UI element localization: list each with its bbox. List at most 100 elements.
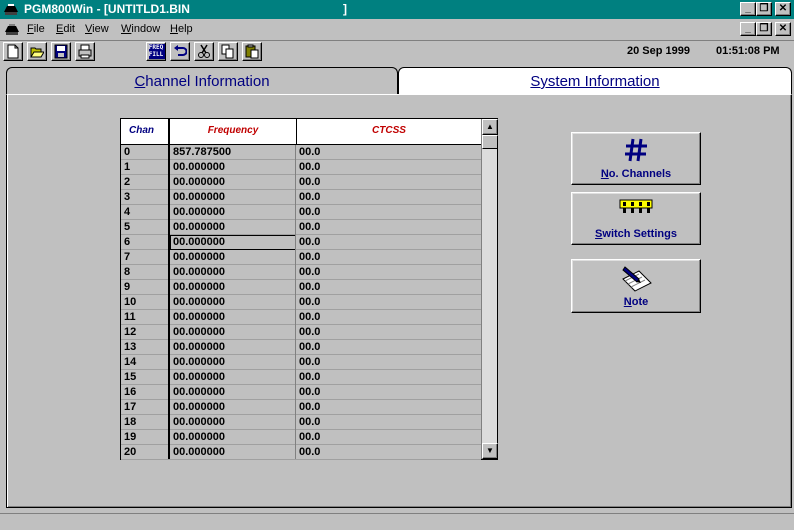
cell-chan[interactable]: 20 [124, 445, 168, 460]
open-button[interactable] [27, 42, 47, 61]
table-row[interactable]: 12 00.000000 00.0 [121, 325, 481, 340]
cell-ctcss[interactable]: 00.0 [299, 175, 479, 190]
cell-ctcss[interactable]: 00.0 [299, 430, 479, 445]
cell-ctcss[interactable]: 00.0 [299, 340, 479, 355]
table-row[interactable]: 19 00.000000 00.0 [121, 430, 481, 445]
table-row[interactable]: 6 00.000000 00.0 [121, 235, 481, 250]
cell-ctcss[interactable]: 00.0 [299, 160, 479, 175]
cell-chan[interactable]: 15 [124, 370, 168, 385]
cell-chan[interactable]: 10 [124, 295, 168, 310]
paste-button[interactable] [242, 42, 262, 61]
doc-minimize-button[interactable]: _ [740, 22, 756, 36]
tab-system-information[interactable]: System Information [398, 67, 792, 95]
print-button[interactable] [75, 42, 95, 61]
cell-frequency[interactable]: 00.000000 [173, 205, 295, 220]
scroll-up-button[interactable]: ▲ [482, 119, 498, 135]
close-button[interactable]: ✕ [775, 2, 791, 16]
table-row[interactable]: 4 00.000000 00.0 [121, 205, 481, 220]
cell-frequency[interactable]: 00.000000 [173, 175, 295, 190]
table-row[interactable]: 11 00.000000 00.0 [121, 310, 481, 325]
cell-ctcss[interactable]: 00.0 [299, 220, 479, 235]
table-row[interactable]: 7 00.000000 00.0 [121, 250, 481, 265]
cell-ctcss[interactable]: 00.0 [299, 325, 479, 340]
cell-ctcss[interactable]: 00.0 [299, 205, 479, 220]
cell-chan[interactable]: 7 [124, 250, 168, 265]
note-button[interactable]: Note [571, 259, 701, 313]
restore-button[interactable]: ❐ [756, 2, 772, 16]
cut-button[interactable] [194, 42, 214, 61]
cell-chan[interactable]: 8 [124, 265, 168, 280]
cell-ctcss[interactable]: 00.0 [299, 400, 479, 415]
cell-frequency[interactable]: 00.000000 [173, 445, 295, 460]
cell-chan[interactable]: 16 [124, 385, 168, 400]
table-row[interactable]: 20 00.000000 00.0 [121, 445, 481, 460]
cell-ctcss[interactable]: 00.0 [299, 370, 479, 385]
save-button[interactable] [51, 42, 71, 61]
menu-view[interactable]: View [85, 23, 109, 35]
scroll-down-button[interactable]: ▼ [482, 443, 498, 459]
cell-chan[interactable]: 5 [124, 220, 168, 235]
table-row[interactable]: 18 00.000000 00.0 [121, 415, 481, 430]
cell-chan[interactable]: 9 [124, 280, 168, 295]
table-row[interactable]: 13 00.000000 00.0 [121, 340, 481, 355]
cell-chan[interactable]: 19 [124, 430, 168, 445]
cell-frequency[interactable]: 00.000000 [173, 220, 295, 235]
cell-chan[interactable]: 2 [124, 175, 168, 190]
table-row[interactable]: 15 00.000000 00.0 [121, 370, 481, 385]
no-channels-button[interactable]: No. Channels [571, 132, 701, 185]
new-button[interactable] [3, 42, 23, 61]
menu-help[interactable]: Help [170, 23, 193, 35]
cell-ctcss[interactable]: 00.0 [299, 415, 479, 430]
menu-edit[interactable]: Edit [56, 23, 75, 35]
cell-chan[interactable]: 18 [124, 415, 168, 430]
cell-frequency[interactable]: 00.000000 [173, 160, 295, 175]
cell-frequency[interactable]: 00.000000 [173, 310, 295, 325]
header-frequency[interactable]: Frequency [170, 119, 296, 145]
cell-ctcss[interactable]: 00.0 [299, 265, 479, 280]
cell-ctcss[interactable]: 00.0 [299, 145, 479, 160]
header-ctcss[interactable]: CTCSS [296, 119, 481, 145]
cell-ctcss[interactable]: 00.0 [299, 310, 479, 325]
doc-close-button[interactable]: ✕ [775, 22, 791, 36]
cell-ctcss[interactable]: 00.0 [299, 445, 479, 460]
cell-frequency[interactable]: 00.000000 [173, 280, 295, 295]
cell-frequency[interactable]: 857.787500 [173, 145, 295, 160]
table-row[interactable]: 1 00.000000 00.0 [121, 160, 481, 175]
table-row[interactable]: 8 00.000000 00.0 [121, 265, 481, 280]
channel-grid[interactable]: Chan Frequency CTCSS 0 857.787500 00.0 1 00.… [120, 118, 498, 460]
cell-frequency[interactable]: 00.000000 [173, 385, 295, 400]
cell-frequency[interactable]: 00.000000 [173, 190, 295, 205]
cell-ctcss[interactable]: 00.0 [299, 280, 479, 295]
copy-button[interactable] [218, 42, 238, 61]
document-icon[interactable] [4, 22, 20, 36]
scroll-thumb[interactable] [482, 135, 498, 149]
cell-frequency[interactable]: 00.000000 [173, 265, 295, 280]
freq-fill-button[interactable]: FREQ FILL [146, 42, 166, 61]
table-row[interactable]: 10 00.000000 00.0 [121, 295, 481, 310]
cell-frequency[interactable]: 00.000000 [173, 355, 295, 370]
table-row[interactable]: 14 00.000000 00.0 [121, 355, 481, 370]
doc-restore-button[interactable]: ❐ [756, 22, 772, 36]
table-row[interactable]: 0 857.787500 00.0 [121, 145, 481, 160]
switch-settings-button[interactable]: Switch Settings [571, 192, 701, 245]
cell-ctcss[interactable]: 00.0 [299, 235, 479, 250]
undo-button[interactable] [170, 42, 190, 61]
cell-ctcss[interactable]: 00.0 [299, 385, 479, 400]
cell-chan[interactable]: 11 [124, 310, 168, 325]
table-row[interactable]: 3 00.000000 00.0 [121, 190, 481, 205]
cell-frequency[interactable]: 00.000000 [173, 400, 295, 415]
table-row[interactable]: 5 00.000000 00.0 [121, 220, 481, 235]
cell-frequency[interactable]: 00.000000 [173, 415, 295, 430]
cell-frequency[interactable]: 00.000000 [170, 235, 296, 250]
menu-window[interactable]: Window [121, 23, 160, 35]
cell-ctcss[interactable]: 00.0 [299, 250, 479, 265]
cell-ctcss[interactable]: 00.0 [299, 190, 479, 205]
table-row[interactable]: 16 00.000000 00.0 [121, 385, 481, 400]
header-chan[interactable]: Chan [121, 119, 169, 145]
cell-frequency[interactable]: 00.000000 [173, 325, 295, 340]
cell-frequency[interactable]: 00.000000 [173, 250, 295, 265]
menu-file[interactable]: File [27, 23, 45, 35]
minimize-button[interactable]: _ [740, 2, 756, 16]
cell-frequency[interactable]: 00.000000 [173, 340, 295, 355]
cell-chan[interactable]: 3 [124, 190, 168, 205]
